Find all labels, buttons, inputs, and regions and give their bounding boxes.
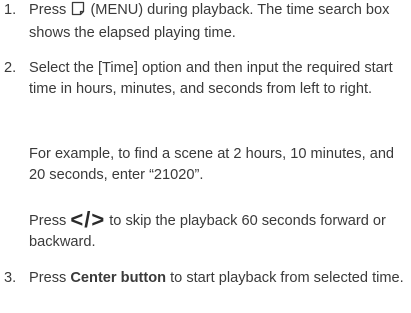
step-1: 1. Press (MENU) during playback. The tim… — [0, 0, 407, 44]
step-text: Press Center button to start playback fr… — [29, 268, 407, 289]
step-number: 2. — [4, 60, 17, 76]
step-text: Press (MENU) during playback. The time s… — [29, 0, 407, 44]
skip-note: Press </> to skip the playback 60 second… — [29, 209, 407, 253]
step-text-lead: Press — [29, 270, 67, 286]
step-2: 2. Select the [Time] option and then inp… — [0, 58, 407, 100]
step-number: 1. — [4, 2, 17, 18]
skip-note-lead: Press — [29, 213, 67, 229]
step-3: 3. Press Center button to start playback… — [0, 268, 407, 289]
step-number: 3. — [4, 270, 17, 286]
center-button-label: Center button — [70, 270, 167, 286]
menu-icon — [71, 1, 85, 23]
step-text-lead: Press — [29, 2, 67, 18]
example-note: For example, to find a scene at 2 hours,… — [29, 146, 395, 183]
step-text-rest: to start playback from selected time. — [170, 270, 404, 286]
skip-arrows: </> — [70, 207, 106, 232]
step-text: Select the [Time] option and then input … — [29, 60, 393, 97]
